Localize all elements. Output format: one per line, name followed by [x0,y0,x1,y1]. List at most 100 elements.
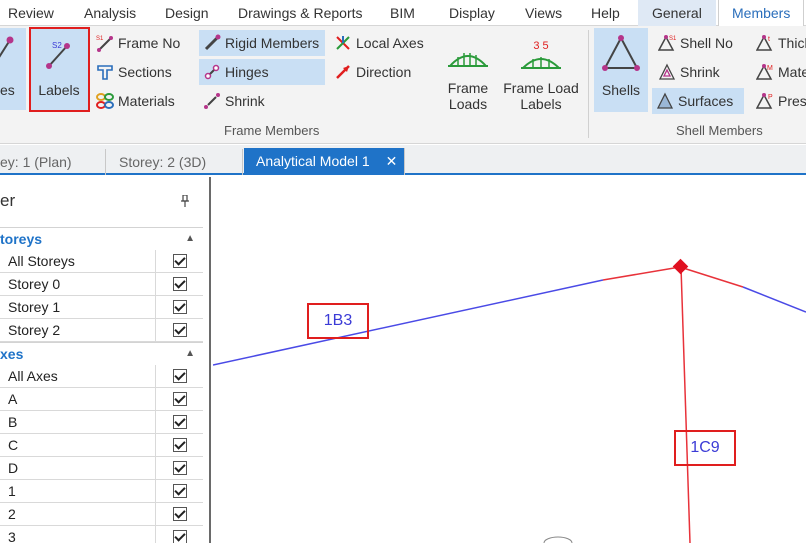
doc-tab-storey-1-plan[interactable]: ey: 1 (Plan) [0,149,106,175]
list-item: B [0,411,203,434]
direction-button[interactable]: Direction [330,59,419,85]
tab-drawings-reports[interactable]: Drawings & Reports [238,0,363,26]
rigid-members-label: Rigid Members [225,35,320,51]
checkbox[interactable] [173,300,187,314]
compass-gizmo-icon[interactable] [543,536,573,543]
collapse-up-icon[interactable]: ▲ [185,228,195,250]
pressure-label: Pres [778,93,806,109]
shrink-icon [204,93,220,109]
pressure-button[interactable]: P Pres [752,88,806,114]
category-storeys-label: toreys [0,231,43,247]
shell-material-button[interactable]: M Mate [752,59,806,85]
tab-general[interactable]: General [638,0,716,26]
beam-1b3-selected-segment[interactable] [602,266,681,281]
checkbox[interactable] [173,438,187,452]
materials-button[interactable]: Materials [92,88,183,114]
thickness-button[interactable]: t Thick [752,30,806,56]
surfaces-button[interactable]: Surfaces [652,88,744,114]
checkbox[interactable] [173,254,187,268]
member-label-1c9[interactable]: 1C9 [674,430,736,466]
category-axes[interactable]: xes ▲ [0,342,203,364]
row-label: Storey 0 [8,276,61,292]
list-item: Storey 1 [0,296,203,319]
frame-load-labels-button[interactable]: 3 5 Frame Load Labels [502,36,580,116]
hinges-button[interactable]: Hinges [199,59,325,85]
checkbox-cell [155,480,203,502]
category-storeys[interactable]: toreys ▲ [0,227,203,249]
frame-load-labels-icon [521,57,561,69]
svg-text:P: P [768,94,773,101]
labels-highlight-box [29,27,90,112]
filter-panel: er toreys ▲ All Storeys Storey 0 Storey … [0,177,211,543]
model-viewport[interactable]: 1B3 1C9 [213,177,806,543]
shell-shrink-button[interactable]: Shrink [654,59,728,85]
collapse-up-icon[interactable]: ▲ [185,343,195,365]
beam-right-selected-segment[interactable] [679,266,744,288]
checkbox[interactable] [173,507,187,521]
shell-material-label: Mate [778,64,806,80]
pin-icon[interactable] [180,194,190,210]
list-item: D [0,457,203,480]
tab-display[interactable]: Display [449,0,495,26]
frame-members-group-label: Frame Members [224,123,320,138]
close-icon[interactable]: ✕ [386,153,398,169]
shell-shrink-label: Shrink [680,64,720,80]
surfaces-icon [656,92,674,109]
frame-loads-line2: Loads [448,96,488,112]
beam-right[interactable] [742,286,806,313]
row-label: Storey 2 [8,322,61,338]
row-label: 1 [8,483,16,499]
materials-icon [96,93,114,109]
thickness-icon: t [756,35,773,51]
frame-loads-button[interactable]: Frame Loads [440,36,496,116]
tab-analysis[interactable]: Analysis [84,0,136,26]
row-label: A [8,391,18,407]
panel-title: er [0,191,16,210]
hinges-label: Hinges [225,64,269,80]
model-canvas[interactable] [213,177,806,543]
checkbox[interactable] [173,530,187,543]
tab-bim[interactable]: BIM [390,0,415,26]
partial-large-button[interactable]: es [0,28,26,110]
list-item: A [0,388,203,411]
tab-members[interactable]: Members [718,0,805,27]
checkbox[interactable] [173,392,187,406]
checkbox[interactable] [173,369,187,383]
checkbox-cell [155,457,203,479]
shrink-button[interactable]: Shrink [199,88,273,114]
checkbox[interactable] [173,484,187,498]
checkbox[interactable] [173,415,187,429]
shell-no-button[interactable]: S1 Shell No [654,30,741,56]
checkbox[interactable] [173,277,187,291]
tab-help[interactable]: Help [591,0,620,26]
sections-button[interactable]: Sections [92,59,180,85]
tab-views[interactable]: Views [525,0,562,26]
partial-button-label: es [0,82,15,98]
row-label: All Axes [8,368,58,384]
local-axes-button[interactable]: Local Axes [330,30,432,56]
checkbox[interactable] [173,323,187,337]
shells-button[interactable]: Shells [594,28,648,112]
beam-1b3[interactable] [213,279,604,366]
local-axes-icon [336,36,350,50]
frame-no-button[interactable]: S1 Frame No [92,30,188,56]
list-item: Storey 2 [0,319,203,342]
tab-design[interactable]: Design [165,0,209,26]
checkbox-cell [155,296,203,318]
svg-text:t: t [768,36,770,43]
row-label: 2 [8,506,16,522]
document-tab-bar: ey: 1 (Plan) Storey: 2 (3D) Analytical M… [0,145,806,175]
direction-icon [336,65,350,79]
row-label: Storey 1 [8,299,61,315]
doc-tab-storey-2-3d[interactable]: Storey: 2 (3D) [107,149,243,175]
direction-label: Direction [356,64,412,80]
rigid-members-button[interactable]: Rigid Members [199,30,325,56]
node-marker[interactable] [672,258,689,275]
checkbox[interactable] [173,461,187,475]
doc-tab-analytical-model[interactable]: Analytical Model 1 ✕ [244,148,405,175]
list-item: 3 [0,526,203,543]
rigid-member-icon [204,34,221,51]
member-label-1b3[interactable]: 1B3 [307,303,369,339]
column-1c9[interactable] [680,266,691,543]
tab-review[interactable]: Review [8,0,54,26]
